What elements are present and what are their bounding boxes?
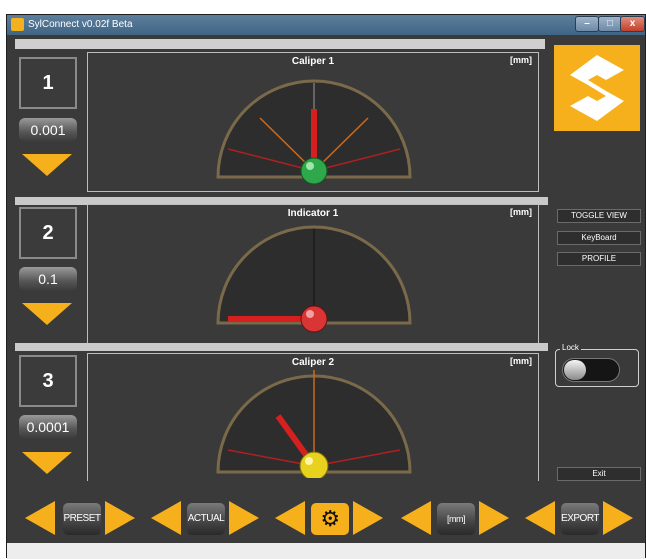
unit-left-arrow[interactable]: [401, 501, 431, 535]
status-bar: [7, 543, 645, 559]
unit-button[interactable]: [mm]: [437, 503, 475, 535]
preset-button[interactable]: PRESET: [63, 503, 101, 535]
title-bar: SylConnect v0.02f Beta – □ x: [7, 15, 645, 35]
gauge-2: Indicator 1 [mm]: [87, 204, 539, 344]
keyboard-button[interactable]: KeyBoard: [557, 231, 641, 245]
actual-left-arrow[interactable]: [151, 501, 181, 535]
gauge-dial-1: [216, 79, 412, 185]
lock-toggle[interactable]: [562, 358, 620, 382]
preset-right-arrow[interactable]: [105, 501, 135, 535]
unit-right-arrow[interactable]: [479, 501, 509, 535]
panel-divider: [15, 343, 548, 351]
maximize-button[interactable]: □: [598, 16, 622, 32]
actual-button[interactable]: ACTUAL: [187, 503, 225, 535]
logo-icon: [570, 55, 624, 121]
channel-number-1[interactable]: 1: [19, 57, 77, 109]
gauge-dial-3: [216, 370, 412, 478]
settings-left-arrow[interactable]: [275, 501, 305, 535]
gauge-dial-2: [216, 225, 412, 333]
lock-label: Lock: [560, 343, 581, 352]
export-button[interactable]: EXPORT: [561, 503, 599, 535]
channel-number-2[interactable]: 2: [19, 207, 77, 259]
sylvac-logo: [554, 45, 640, 131]
exit-button[interactable]: Exit: [557, 467, 641, 481]
actual-right-arrow[interactable]: [229, 501, 259, 535]
resolution-button-1[interactable]: 0.001: [19, 118, 77, 142]
app-window: SylConnect v0.02f Beta – □ x 1 0.001 Cal…: [6, 14, 646, 559]
resolution-button-3[interactable]: 0.0001: [19, 415, 77, 439]
top-divider: [15, 39, 545, 49]
down-arrow-button-2[interactable]: [22, 303, 72, 325]
lock-group: Lock: [555, 343, 639, 387]
channel-number-3[interactable]: 3: [19, 355, 77, 407]
close-button[interactable]: x: [620, 16, 645, 32]
toggle-knob: [564, 360, 586, 380]
gear-icon[interactable]: ⚙: [311, 503, 349, 535]
preset-left-arrow[interactable]: [25, 501, 55, 535]
app-icon: [11, 18, 24, 31]
profile-button[interactable]: PROFILE: [557, 252, 641, 266]
minimize-button[interactable]: –: [575, 16, 599, 32]
export-right-arrow[interactable]: [603, 501, 633, 535]
window-title: SylConnect v0.02f Beta: [28, 19, 133, 30]
down-arrow-button-1[interactable]: [22, 154, 72, 176]
settings-right-arrow[interactable]: [353, 501, 383, 535]
toggle-view-button[interactable]: TOGGLE VIEW: [557, 209, 641, 223]
gauge-3: Caliper 2 [mm]: [87, 353, 539, 493]
export-left-arrow[interactable]: [525, 501, 555, 535]
down-arrow-button-3[interactable]: [22, 452, 72, 474]
resolution-button-2[interactable]: 0.1: [19, 267, 77, 291]
gauge-1: Caliper 1 [mm]: [87, 52, 539, 192]
